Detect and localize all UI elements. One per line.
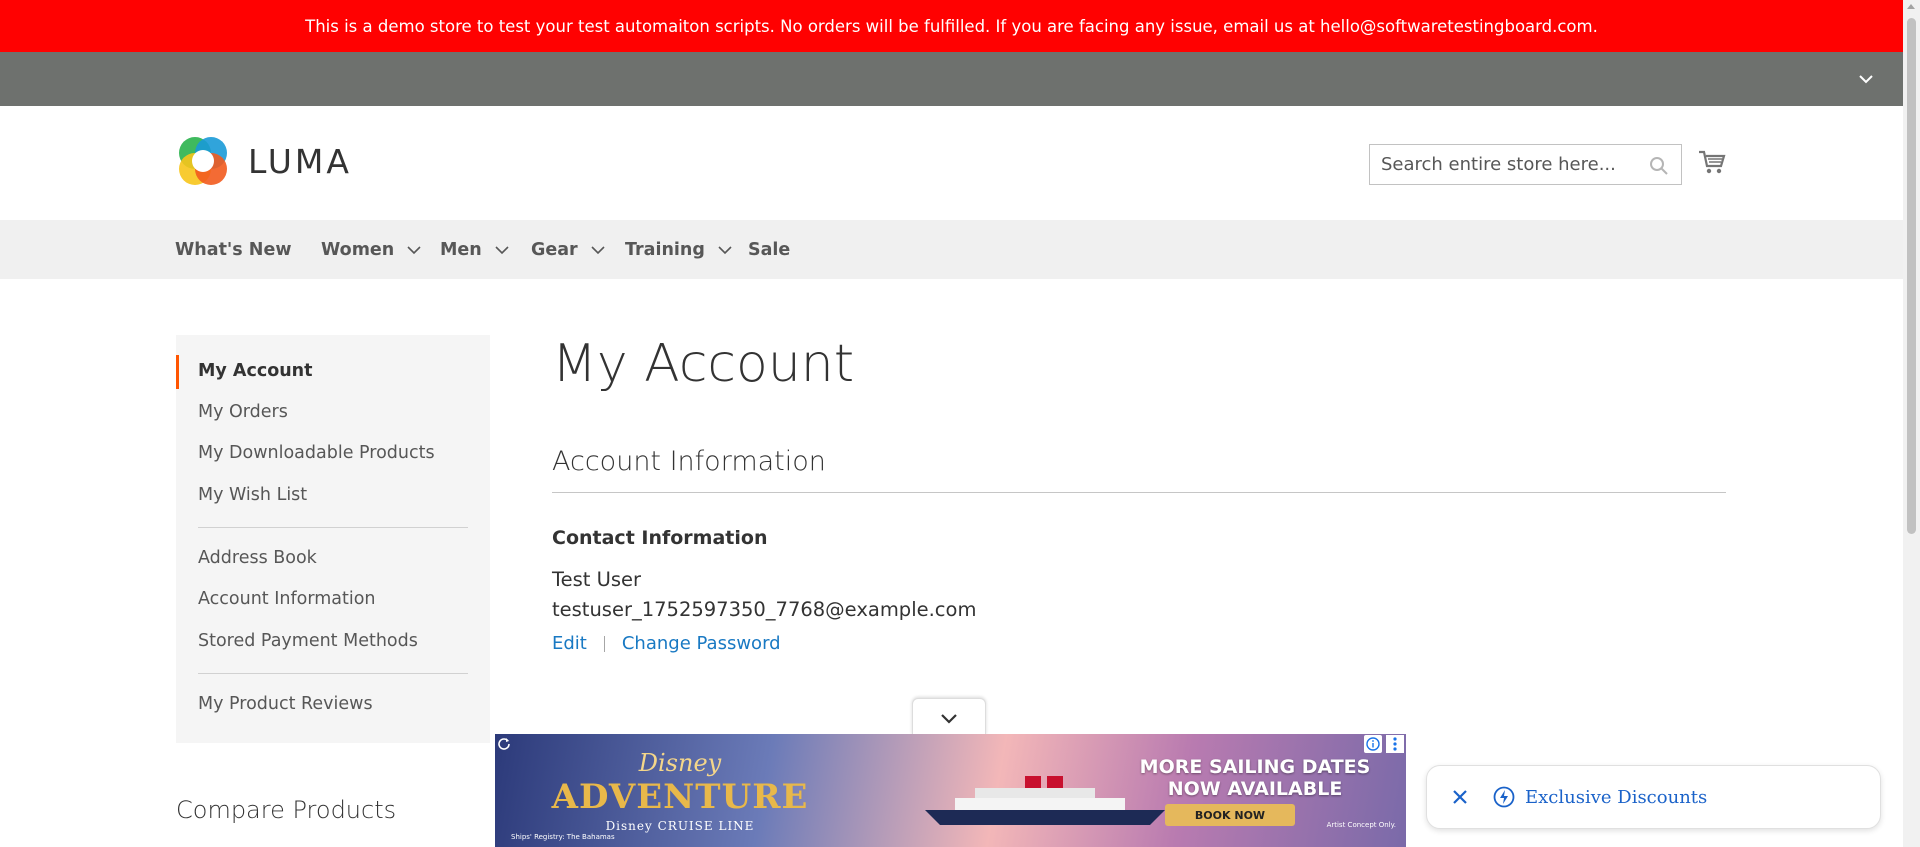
- chevron-down-icon: [407, 245, 421, 254]
- ad-info-icon[interactable]: [1364, 735, 1382, 753]
- chevron-down-icon: [941, 713, 957, 724]
- sidebar-item-downloadable-products[interactable]: My Downloadable Products: [198, 443, 435, 463]
- vertical-scrollbar[interactable]: [1903, 0, 1920, 847]
- section-divider: [552, 492, 1726, 493]
- ad-headline: MORE SAILING DATES NOW AVAILABLE: [1139, 756, 1371, 800]
- contact-info-title: Contact Information: [552, 527, 768, 549]
- change-password-link[interactable]: Change Password: [622, 633, 781, 654]
- ad-logo-block: Disney ADVENTURE Disney CRUISE LINE: [552, 734, 808, 847]
- nav-item-label: Gear: [531, 239, 578, 260]
- contact-actions: Edit Change Password: [552, 633, 781, 654]
- nav-item-label: Women: [321, 239, 395, 260]
- search-icon[interactable]: [1649, 156, 1669, 176]
- contact-email: testuser_1752597350_7768@example.com: [552, 598, 977, 621]
- sidebar-divider: [198, 673, 468, 674]
- nav-item-men[interactable]: Men: [440, 220, 509, 279]
- luma-logo-icon: [179, 137, 227, 185]
- nav-item-gear[interactable]: Gear: [531, 220, 605, 279]
- section-title: Account Information: [552, 446, 826, 477]
- close-icon[interactable]: [1451, 788, 1469, 806]
- ad-product: ADVENTURE: [551, 776, 809, 817]
- demo-banner-text: This is a demo store to test your test a…: [305, 16, 1598, 36]
- scroll-up-arrow-icon[interactable]: [1907, 4, 1915, 9]
- ad-footnote: Ships' Registry: The Bahamas: [511, 833, 615, 841]
- page-title: My Account: [552, 334, 855, 394]
- scrollbar-thumb[interactable]: [1907, 18, 1916, 534]
- nav-item-women[interactable]: Women: [321, 220, 421, 279]
- lightning-icon: [1493, 786, 1515, 808]
- nav-item-whats-new[interactable]: What's New: [175, 220, 291, 279]
- ad-sub: Disney CRUISE LINE: [605, 818, 755, 833]
- luma-logo[interactable]: LUMA: [175, 133, 352, 189]
- edit-link[interactable]: Edit: [552, 633, 587, 654]
- active-indicator: [176, 355, 179, 389]
- ad-collapse-toggle[interactable]: [912, 698, 986, 736]
- compare-products-title: Compare Products: [176, 796, 397, 824]
- refresh-icon[interactable]: [497, 736, 511, 750]
- sidebar-item-account-information[interactable]: Account Information: [198, 589, 376, 609]
- discounts-label: Exclusive Discounts: [1525, 786, 1708, 808]
- sidebar-item-my-account[interactable]: My Account: [198, 361, 313, 381]
- nav-item-label: Men: [440, 239, 482, 260]
- nav-item-label: What's New: [175, 239, 292, 260]
- nav-item-label: Sale: [748, 239, 791, 260]
- chevron-down-icon: [495, 245, 509, 254]
- sidebar-item-product-reviews[interactable]: My Product Reviews: [198, 694, 373, 714]
- nav-item-training[interactable]: Training: [625, 220, 732, 279]
- contact-name: Test User: [552, 568, 642, 591]
- sidebar-item-address-book[interactable]: Address Book: [198, 548, 317, 568]
- nav-item-sale[interactable]: Sale: [748, 220, 790, 279]
- site-header: LUMA: [0, 106, 1903, 220]
- cart-icon[interactable]: [1697, 146, 1727, 178]
- nav-item-label: Training: [625, 239, 705, 260]
- sidebar-item-my-orders[interactable]: My Orders: [198, 402, 288, 422]
- chevron-down-icon: [591, 245, 605, 254]
- main-navigation: What's New Women Men Gear Training Sale: [0, 220, 1903, 279]
- sidebar-divider: [198, 527, 468, 528]
- search-box: [1369, 144, 1682, 185]
- advertisement-banner[interactable]: Disney ADVENTURE Disney CRUISE LINE MORE…: [495, 734, 1406, 847]
- sidebar-item-stored-payment-methods[interactable]: Stored Payment Methods: [198, 631, 418, 651]
- logo-text: LUMA: [248, 141, 352, 181]
- ad-options-icon[interactable]: [1386, 735, 1404, 753]
- sidebar-item-wish-list[interactable]: My Wish List: [198, 485, 307, 505]
- exclusive-discounts-widget[interactable]: Exclusive Discounts: [1426, 765, 1881, 829]
- ad-fineprint: Artist Concept Only.: [1326, 821, 1396, 829]
- ad-brand: Disney: [638, 748, 722, 777]
- book-now-button[interactable]: BOOK NOW: [1165, 804, 1295, 826]
- demo-store-banner: This is a demo store to test your test a…: [0, 0, 1903, 52]
- account-sidebar: My Account My Orders My Downloadable Pro…: [176, 335, 490, 743]
- search-input[interactable]: [1370, 145, 1640, 184]
- action-separator: [603, 635, 605, 652]
- chevron-down-icon: [718, 245, 732, 254]
- chevron-down-icon[interactable]: [1855, 68, 1877, 90]
- header-panel: [0, 52, 1903, 106]
